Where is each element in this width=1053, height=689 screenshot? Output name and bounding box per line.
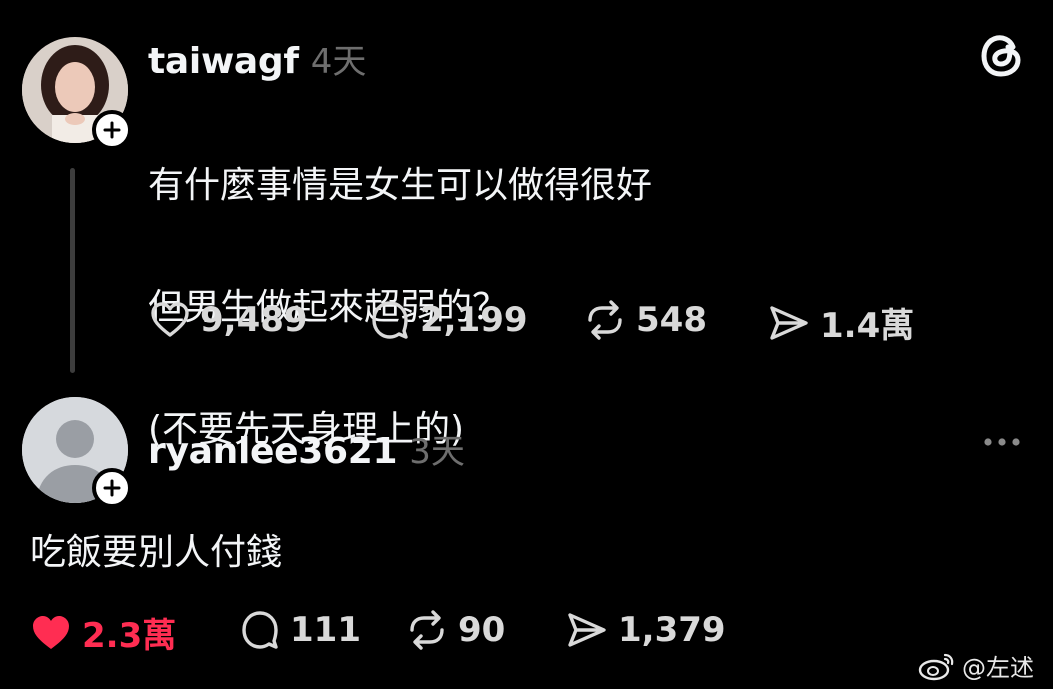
share-button[interactable]: 1.4萬 bbox=[766, 298, 914, 347]
reply-username[interactable]: ryanlee3621 bbox=[148, 431, 398, 472]
repost-icon bbox=[410, 610, 444, 650]
send-icon bbox=[568, 613, 606, 647]
share-count: 1.4萬 bbox=[820, 306, 915, 346]
repost-button[interactable]: 548 bbox=[582, 298, 707, 342]
repost-icon bbox=[588, 300, 622, 340]
comment-button[interactable]: 2,199 bbox=[368, 298, 528, 342]
reply-header: ryanlee3621 3天 bbox=[148, 424, 465, 473]
more-options-button[interactable] bbox=[982, 432, 1022, 456]
heart-filled-icon bbox=[33, 615, 69, 649]
comment-icon bbox=[242, 611, 278, 649]
thread-line bbox=[70, 168, 75, 373]
reply-comment-count: 111 bbox=[290, 610, 361, 650]
post-time: 4天 bbox=[310, 42, 367, 82]
reply-share-button[interactable]: 1,379 bbox=[564, 608, 726, 652]
post-line: 有什麼事情是女生可以做得很好 bbox=[148, 165, 653, 206]
plus-icon bbox=[103, 479, 121, 497]
heart-icon bbox=[151, 302, 189, 337]
reply-body: 吃飯要別人付錢 bbox=[30, 532, 283, 573]
reply-time: 3天 bbox=[409, 432, 465, 472]
reply-repost-button[interactable]: 90 bbox=[404, 608, 505, 652]
like-count: 9,489 bbox=[200, 300, 308, 340]
watermark: @左述 bbox=[918, 648, 1034, 683]
comment-icon bbox=[372, 301, 408, 339]
follow-button[interactable] bbox=[92, 110, 132, 150]
comment-count: 2,199 bbox=[420, 300, 528, 340]
weibo-icon bbox=[918, 653, 954, 680]
post-header: taiwagf 4天 bbox=[148, 34, 366, 83]
threads-logo[interactable] bbox=[980, 33, 1024, 83]
reply-like-count: 2.3萬 bbox=[82, 616, 177, 656]
reply-comment-button[interactable]: 111 bbox=[238, 608, 361, 652]
like-button[interactable]: 9,489 bbox=[148, 298, 308, 342]
threads-icon bbox=[981, 35, 1021, 77]
watermark-text: @左述 bbox=[962, 654, 1034, 682]
plus-icon bbox=[103, 121, 121, 139]
reply-share-count: 1,379 bbox=[618, 610, 726, 650]
more-icon bbox=[984, 438, 1020, 446]
reply-follow-button[interactable] bbox=[92, 468, 132, 508]
reply-repost-count: 90 bbox=[458, 610, 506, 650]
send-icon bbox=[770, 305, 808, 340]
post-username[interactable]: taiwagf bbox=[148, 41, 299, 82]
repost-count: 548 bbox=[636, 300, 707, 340]
reply-like-button[interactable]: 2.3萬 bbox=[28, 608, 176, 657]
